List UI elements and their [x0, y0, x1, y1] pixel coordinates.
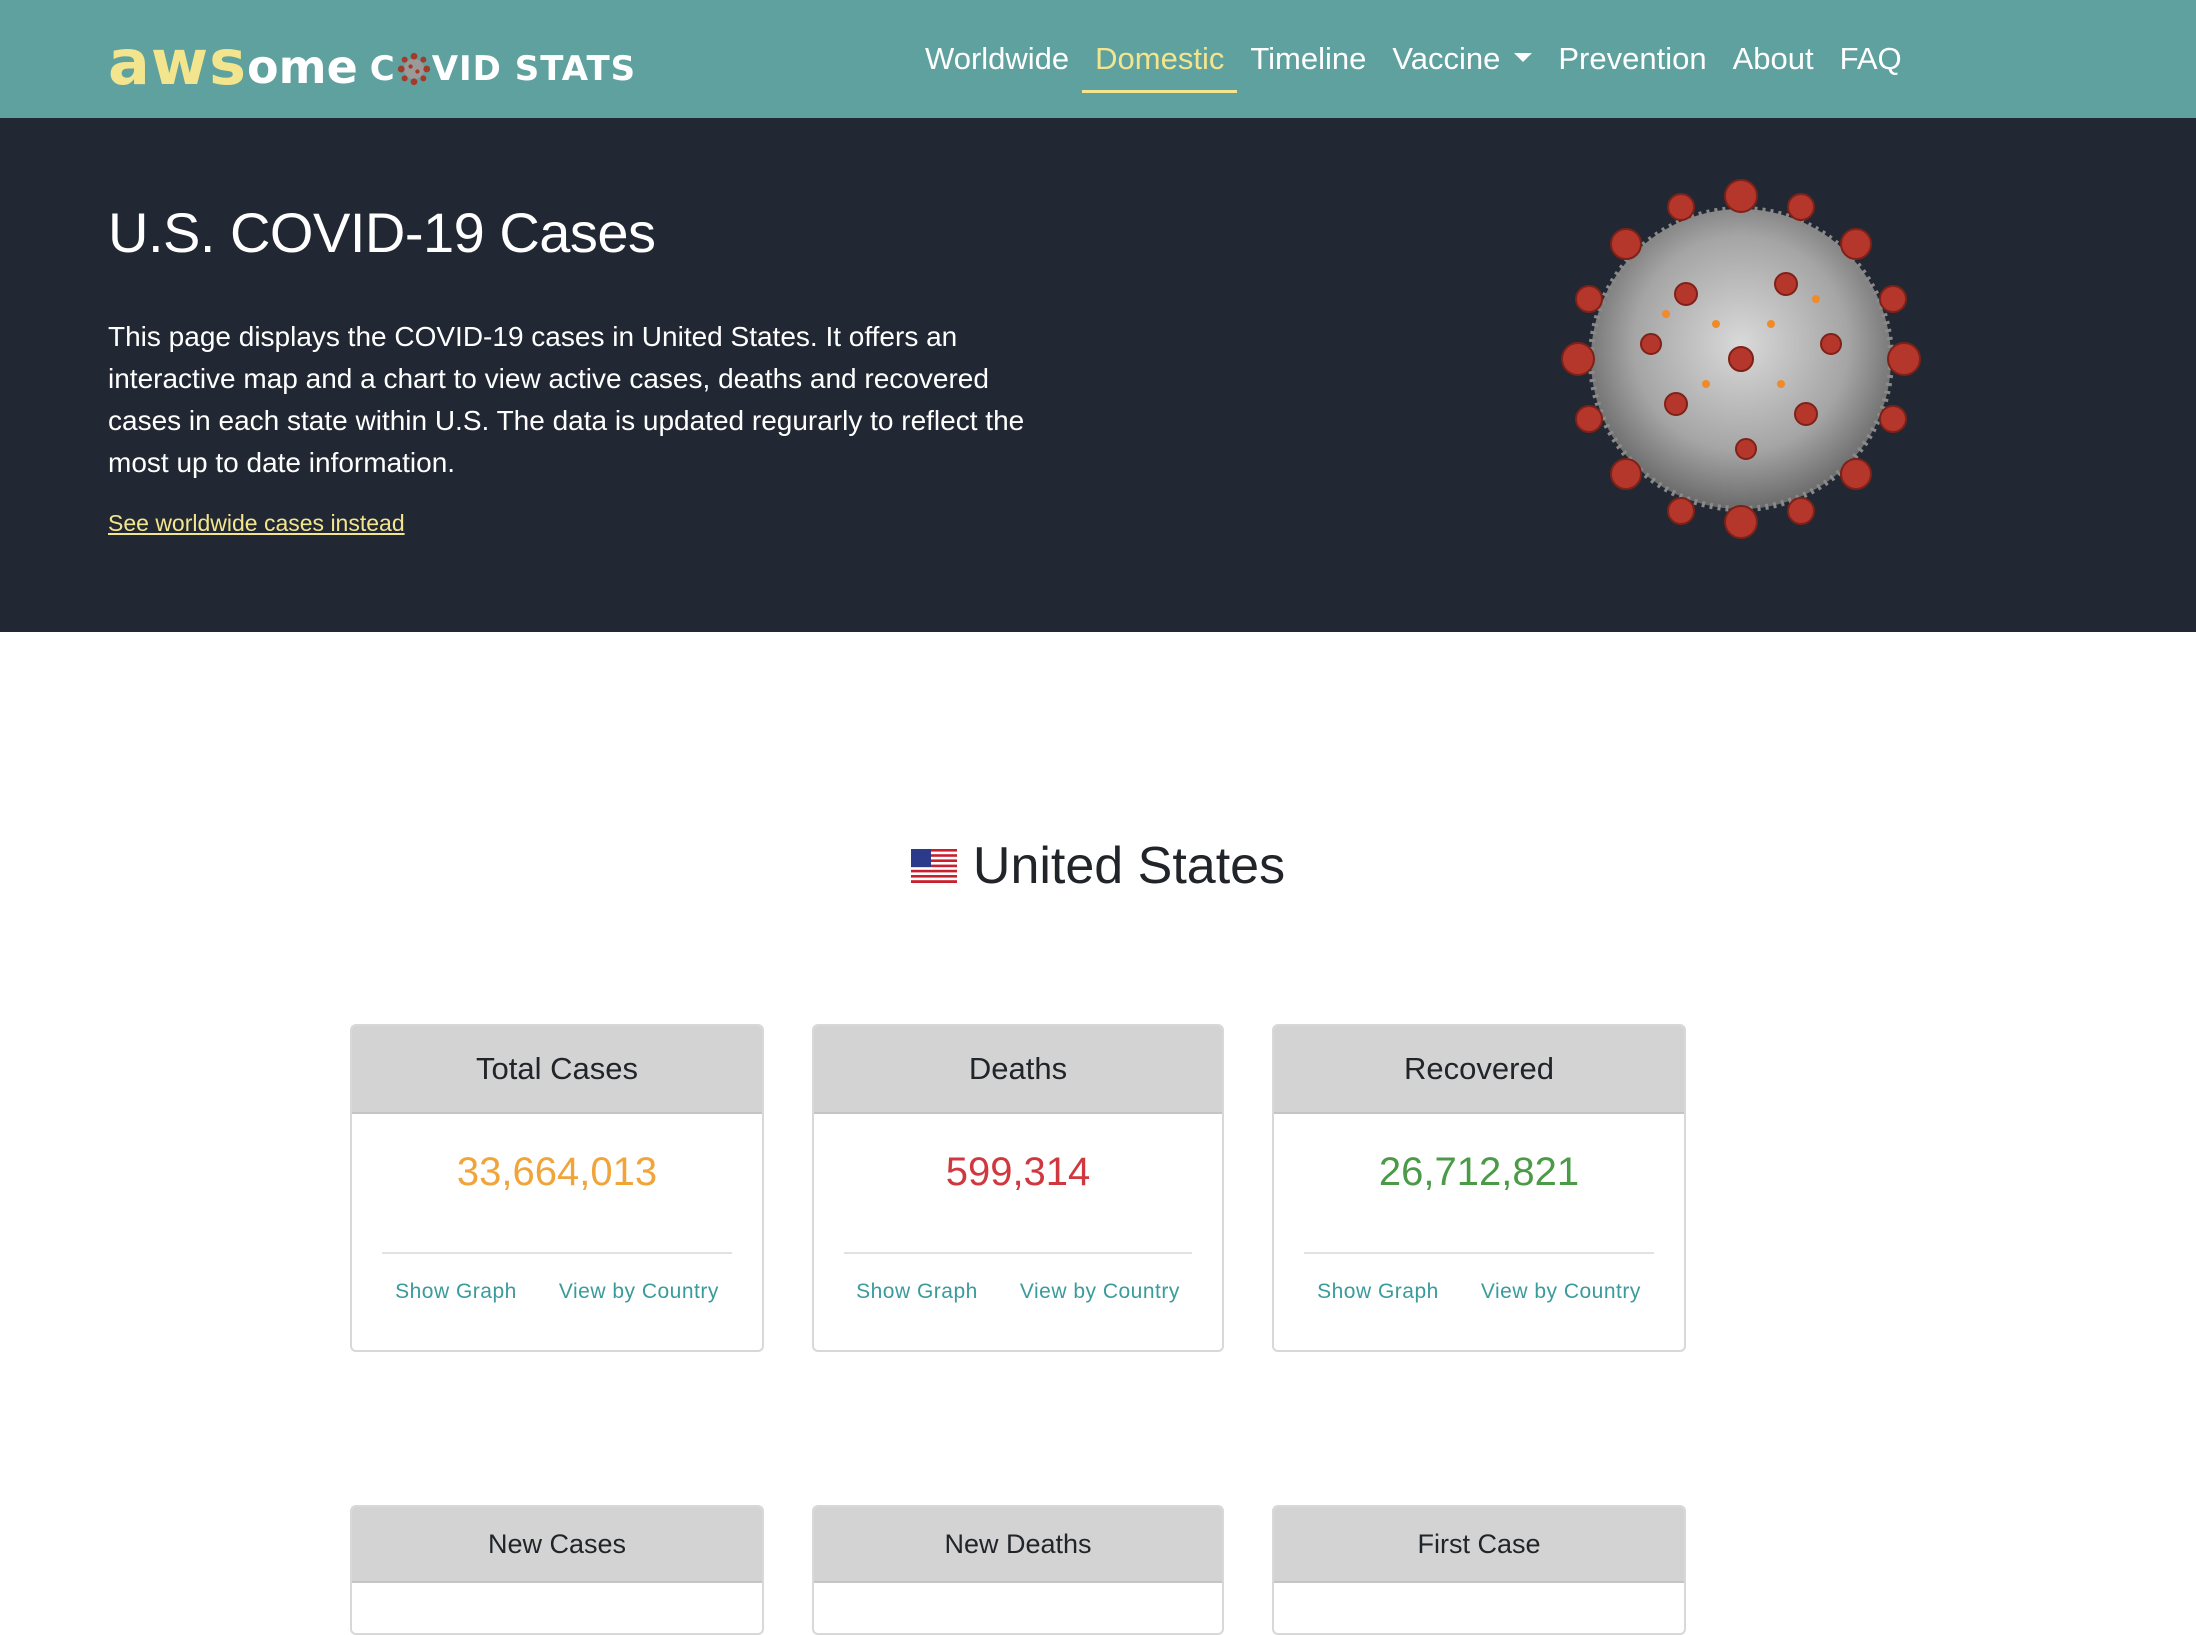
card-title: Recovered	[1274, 1026, 1684, 1114]
worldwide-cases-link[interactable]: See worldwide cases instead	[108, 510, 405, 537]
deaths-value: 599,314	[945, 1150, 1091, 1194]
new-deaths-card: New Deaths	[812, 1505, 1224, 1635]
card-divider	[382, 1252, 732, 1254]
chevron-down-icon	[1514, 53, 1533, 63]
coronavirus-image	[1561, 179, 1921, 539]
deaths-card: Deaths 599,314 Show Graph View by Countr…	[812, 1024, 1224, 1352]
card-title: New Deaths	[814, 1507, 1222, 1583]
nav-about[interactable]: About	[1733, 39, 1814, 79]
card-links: Show Graph View by Country	[1274, 1280, 1684, 1304]
recovered-value: 26,712,821	[1378, 1150, 1580, 1194]
view-by-country-link[interactable]: View by Country	[1020, 1280, 1180, 1304]
brand-covid-rest: VID STATS	[431, 49, 637, 89]
hero-description: This page displays the COVID-19 cases in…	[108, 321, 1025, 478]
recovered-card: Recovered 26,712,821 Show Graph View by …	[1272, 1024, 1686, 1352]
card-title: New Cases	[352, 1507, 762, 1583]
total-cases-card: Total Cases 33,664,013 Show Graph View b…	[350, 1024, 764, 1352]
nav-prevention[interactable]: Prevention	[1558, 39, 1706, 79]
first-case-card: First Case	[1272, 1505, 1686, 1635]
brand-aws: aws	[108, 26, 248, 99]
show-graph-link[interactable]: Show Graph	[1317, 1280, 1439, 1304]
brand-logo[interactable]: aws ome C VID STATS	[108, 22, 636, 99]
nav-menu: Worldwide Domestic Timeline Vaccine Prev…	[925, 0, 1928, 118]
card-divider	[844, 1252, 1192, 1254]
brand-covid-c: C	[369, 49, 396, 89]
page-title: U.S. COVID-19 Cases	[108, 201, 656, 264]
view-by-country-link[interactable]: View by Country	[559, 1280, 719, 1304]
card-divider	[1304, 1252, 1654, 1254]
country-name: United States	[972, 837, 1286, 895]
total-cases-value: 33,664,013	[456, 1150, 658, 1194]
nav-domestic[interactable]: Domestic	[1082, 39, 1238, 93]
card-title: First Case	[1274, 1507, 1684, 1583]
us-flag-icon	[910, 849, 957, 883]
new-cases-card: New Cases	[350, 1505, 764, 1635]
view-by-country-link[interactable]: View by Country	[1481, 1280, 1641, 1304]
country-heading: United States	[0, 836, 2196, 896]
navbar: aws ome C VID STATS Worldwide Domestic T…	[0, 0, 2196, 118]
show-graph-link[interactable]: Show Graph	[856, 1280, 978, 1304]
brand-ome: ome	[247, 40, 358, 94]
brand-covid: C VID STATS	[370, 46, 636, 92]
nav-timeline[interactable]: Timeline	[1250, 39, 1366, 79]
virus-icon	[397, 52, 430, 86]
hero-section: U.S. COVID-19 Cases This page displays t…	[0, 118, 2196, 632]
nav-worldwide[interactable]: Worldwide	[925, 39, 1069, 79]
card-title: Total Cases	[352, 1026, 762, 1114]
nav-faq[interactable]: FAQ	[1840, 39, 1902, 79]
nav-vaccine-label: Vaccine	[1392, 41, 1501, 76]
nav-vaccine-dropdown[interactable]: Vaccine	[1392, 39, 1533, 79]
card-links: Show Graph View by Country	[352, 1280, 762, 1304]
card-links: Show Graph View by Country	[814, 1280, 1222, 1304]
card-title: Deaths	[814, 1026, 1222, 1114]
show-graph-link[interactable]: Show Graph	[395, 1280, 517, 1304]
